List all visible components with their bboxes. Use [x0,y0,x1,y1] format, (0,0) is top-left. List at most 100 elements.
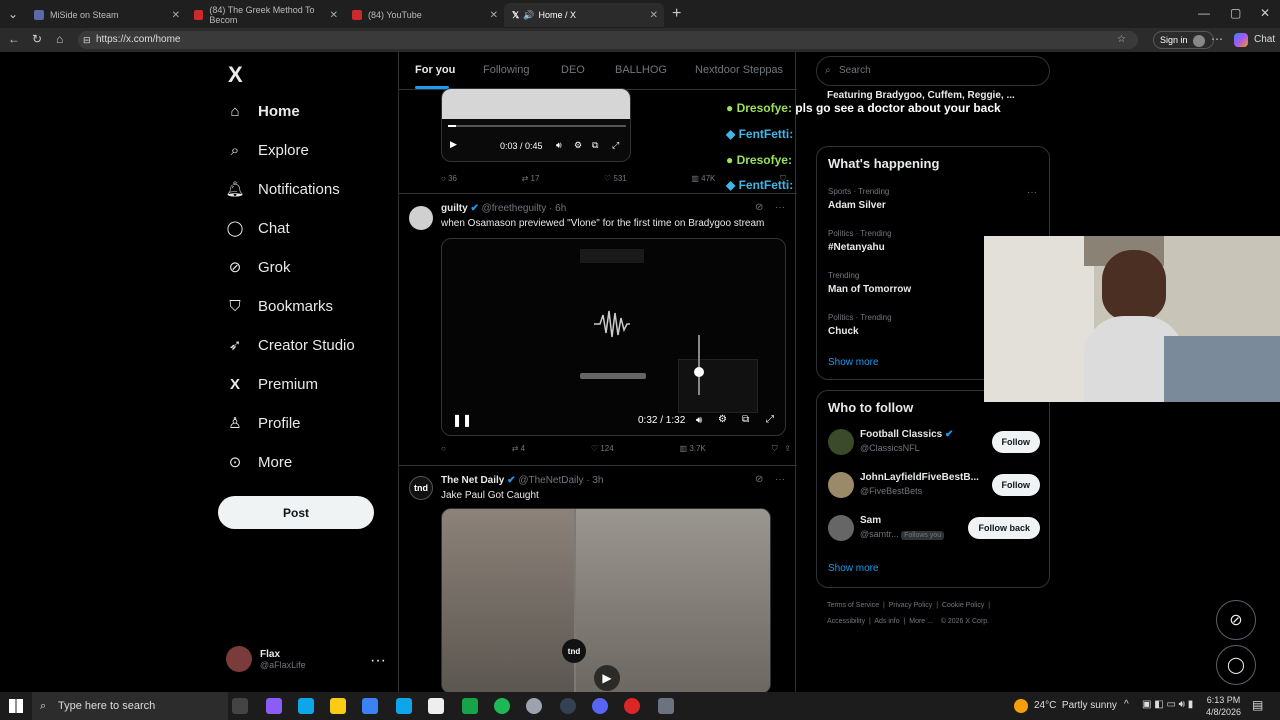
reload-icon[interactable]: ↻ [32,32,42,46]
settings-more-icon[interactable]: ⋯ [1211,32,1223,46]
views-button[interactable]: ▥ 47K [691,174,715,184]
trend-item[interactable]: Adam Silver [828,200,886,211]
tab-list-icon[interactable]: ⌄ [8,7,18,21]
maximize-icon[interactable]: ▢ [1230,6,1241,20]
volume-slider[interactable] [698,335,700,395]
more-dots-icon[interactable]: ··· [370,652,386,670]
tab-nextdoor-steppas[interactable]: Nextdoor Steppas [695,64,783,76]
store-icon[interactable] [362,698,378,714]
site-info-icon[interactable]: ⊟ [83,31,91,49]
repost-button[interactable]: ⇄ 17 [522,174,540,184]
grok-icon[interactable]: ⊘ [755,474,763,485]
tab-ballhog[interactable]: BALLHOG [615,64,667,76]
url-field[interactable]: ⊟ https://x.com/home ☆ [78,31,1138,49]
footer-link[interactable]: Cookie Policy [942,602,984,609]
follow-back-button[interactable]: Follow back [968,517,1040,539]
nav-profile[interactable]: ♙ Profile [226,414,300,433]
volume-icon[interactable]: 🔊︎ [696,415,702,426]
copilot-icon[interactable] [1234,33,1248,47]
repost-button[interactable]: ⇄ 4 [512,444,525,454]
edge-icon[interactable] [298,698,314,714]
tweet-author[interactable]: guilty ✔ @freetheguilty · 6h [441,203,566,214]
app-icon[interactable] [560,698,576,714]
close-window-icon[interactable]: ✕ [1260,6,1270,20]
trend-item[interactable]: #Netanyahu [828,242,885,253]
pause-icon[interactable]: ❚❚ [452,413,472,427]
pip-icon[interactable]: ⧉ [742,414,749,425]
x-logo-icon[interactable]: X [228,62,243,88]
tray-chevron-icon[interactable]: ^ [1124,699,1129,710]
volume-icon[interactable]: 🔊︎ [556,140,562,151]
more-dots-icon[interactable]: ··· [775,474,785,485]
play-icon[interactable]: ▶ [594,665,620,691]
clock[interactable]: 6:13 PM 4/8/2026 [1206,694,1241,718]
tweet-author[interactable]: The Net Daily ✔ @TheNetDaily · 3h [441,475,604,486]
tab-following[interactable]: Following [483,64,529,76]
close-tab-icon[interactable]: ✕ [650,10,658,21]
volume-slider-thumb[interactable] [694,367,704,377]
close-tab-icon[interactable]: ✕ [172,10,180,21]
notification-center-icon[interactable]: ▤ [1252,698,1263,712]
home-icon[interactable]: ⌂ [56,32,63,46]
live-event-title[interactable]: Featuring Bradygoo, Cuffem, Reggie, ... [827,90,1015,101]
video-progress-bar[interactable] [448,125,626,127]
nav-notifications[interactable]: 🔔︎ Notifications [225,180,339,199]
steam-icon[interactable] [526,698,542,714]
trend-item[interactable]: Chuck [828,326,859,337]
back-icon[interactable]: ← [8,32,20,46]
new-tab-icon[interactable]: + [672,5,681,23]
footer-link[interactable]: Terms of Service [827,602,879,609]
nav-creator-studio[interactable]: ➶ Creator Studio [226,336,355,355]
trend-item[interactable]: Man of Tomorrow [828,284,911,295]
follow-button[interactable]: Follow [991,474,1040,496]
play-icon[interactable]: ▶ [450,139,457,150]
footer-link[interactable]: Ads info [874,618,899,625]
avatar[interactable]: tnd [409,476,433,500]
tab-for-you[interactable]: For you [415,64,455,76]
outlook-icon[interactable] [396,698,412,714]
nav-premium[interactable]: X Premium [226,375,318,393]
footer-link[interactable]: More ... [909,618,933,625]
close-tab-icon[interactable]: ✕ [330,10,338,21]
footer-link[interactable]: Accessibility [827,618,865,625]
browser-tab[interactable]: MiSide on Steam ✕ [26,3,186,27]
settings-icon[interactable]: ⚙ [574,140,582,151]
nav-more[interactable]: ⊙ More [226,453,292,472]
more-dots-icon[interactable]: ··· [1027,187,1037,198]
tab-deo[interactable]: DEO [561,64,585,76]
grok-icon[interactable]: ⊘ [755,202,763,213]
minimize-icon[interactable]: — [1198,6,1210,20]
pip-icon[interactable]: ⧉ [592,140,598,151]
avatar[interactable] [409,206,433,230]
nav-bookmarks[interactable]: ⛉ Bookmarks [226,297,333,315]
favorite-star-icon[interactable]: ☆ [1117,31,1126,49]
video-player[interactable]: ▶ 0:03 / 0:45 🔊︎ ⚙ ⧉ ⤢ [441,88,631,162]
discord-icon[interactable] [592,698,608,714]
sign-in-button[interactable]: Sign in [1153,31,1215,49]
copilot-icon[interactable] [266,698,282,714]
tray-icons[interactable]: ▣ ◧ ▭ 🔊︎ ▮ [1142,699,1193,710]
nav-explore[interactable]: ⌕ Explore [226,141,309,159]
footer-link[interactable]: Privacy Policy [889,602,933,609]
nav-chat[interactable]: ◯ Chat [226,219,290,238]
tweet[interactable]: tnd The Net Daily ✔ @TheNetDaily · 3h ⊘ … [399,466,797,692]
account-switcher[interactable]: Flax @aFlaxLife ··· [226,646,386,672]
views-button[interactable]: ▥ 3.7K [680,444,706,454]
app-icon[interactable] [658,698,674,714]
xbox-icon[interactable] [462,698,478,714]
tweet[interactable]: guilty ✔ @freetheguilty · 6h ⊘ ··· when … [399,194,797,466]
follow-button[interactable]: Follow [991,431,1040,453]
search-input[interactable]: ⌕ Search [816,56,1050,86]
notepad-icon[interactable] [428,698,444,714]
reply-button[interactable]: ○ [441,444,446,454]
more-dots-icon[interactable]: ··· [775,202,785,213]
settings-icon[interactable]: ⚙ [718,414,727,425]
follow-suggestion[interactable]: JohnLayfieldFiveBestB... @FiveBestBets F… [828,470,1040,502]
nav-home[interactable]: ⌂ Home [226,102,299,120]
follow-suggestion[interactable]: Football Classics ✔ @ClassicsNFL Follow [828,427,1040,459]
file-explorer-icon[interactable] [330,698,346,714]
fullscreen-icon[interactable]: ⤢ [766,414,774,425]
spotify-icon[interactable] [494,698,510,714]
close-tab-icon[interactable]: ✕ [490,10,498,21]
task-view-icon[interactable] [232,698,248,714]
